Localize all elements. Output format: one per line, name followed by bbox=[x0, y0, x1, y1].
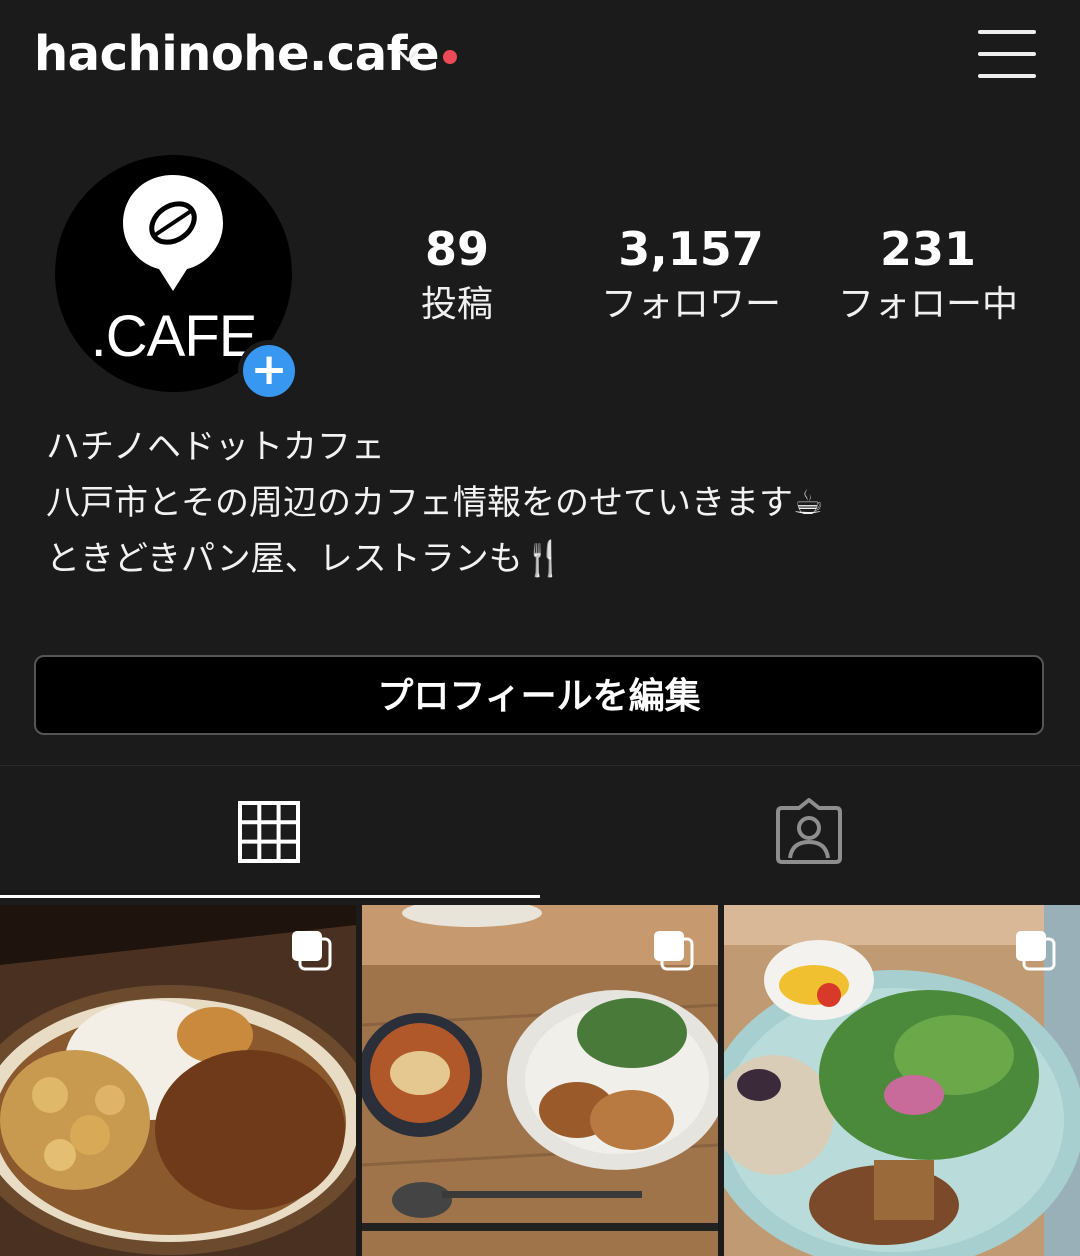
top-bar: hachinohe.cafe bbox=[0, 0, 1080, 110]
stat-value: 89 bbox=[424, 222, 489, 276]
add-story-button[interactable]: + bbox=[238, 340, 300, 402]
bio-line: 八戸市とその周辺のカフェ情報をのせていきます☕ bbox=[46, 483, 824, 523]
stat-followers[interactable]: 3,157 フォロワー bbox=[576, 222, 806, 334]
bio-line: ときどきパン屋、レストランも🍴 bbox=[46, 539, 566, 579]
username-title[interactable]: hachinohe.cafe bbox=[34, 26, 440, 82]
tab-tagged[interactable] bbox=[540, 770, 1080, 895]
grid-icon bbox=[238, 801, 300, 863]
bio: ハチノヘドットカフェ 八戸市とその周辺のカフェ情報をのせていきます☕ ときどきパ… bbox=[46, 424, 823, 592]
stat-label: 投稿 bbox=[420, 284, 493, 325]
multiple-photos-icon bbox=[292, 931, 332, 971]
stat-value: 3,157 bbox=[618, 222, 764, 276]
tab-posts-grid[interactable] bbox=[0, 770, 540, 895]
active-tab-indicator bbox=[0, 895, 540, 898]
bio-line: ハチノヘドットカフェ bbox=[46, 427, 385, 467]
tagged-person-icon bbox=[776, 798, 842, 864]
stat-following[interactable]: 231 フォロー中 bbox=[813, 222, 1043, 334]
stat-value: 231 bbox=[879, 222, 977, 276]
multiple-photos-icon bbox=[1016, 931, 1056, 971]
post-thumbnail[interactable] bbox=[0, 905, 356, 1256]
menu-icon[interactable] bbox=[978, 30, 1036, 80]
multiple-photos-icon bbox=[654, 931, 694, 971]
notification-dot bbox=[443, 50, 457, 64]
posts-grid bbox=[0, 905, 1080, 1256]
stat-label: フォロー中 bbox=[837, 284, 1018, 325]
tabs-divider bbox=[0, 765, 1080, 766]
plus-icon: + bbox=[243, 345, 295, 397]
edit-profile-button[interactable]: プロフィールを編集 bbox=[34, 655, 1044, 735]
chevron-down-icon[interactable] bbox=[396, 44, 420, 68]
stat-posts[interactable]: 89 投稿 bbox=[342, 222, 572, 334]
stat-label: フォロワー bbox=[600, 284, 781, 325]
post-thumbnail[interactable] bbox=[362, 905, 718, 1256]
post-thumbnail[interactable] bbox=[724, 905, 1080, 1256]
